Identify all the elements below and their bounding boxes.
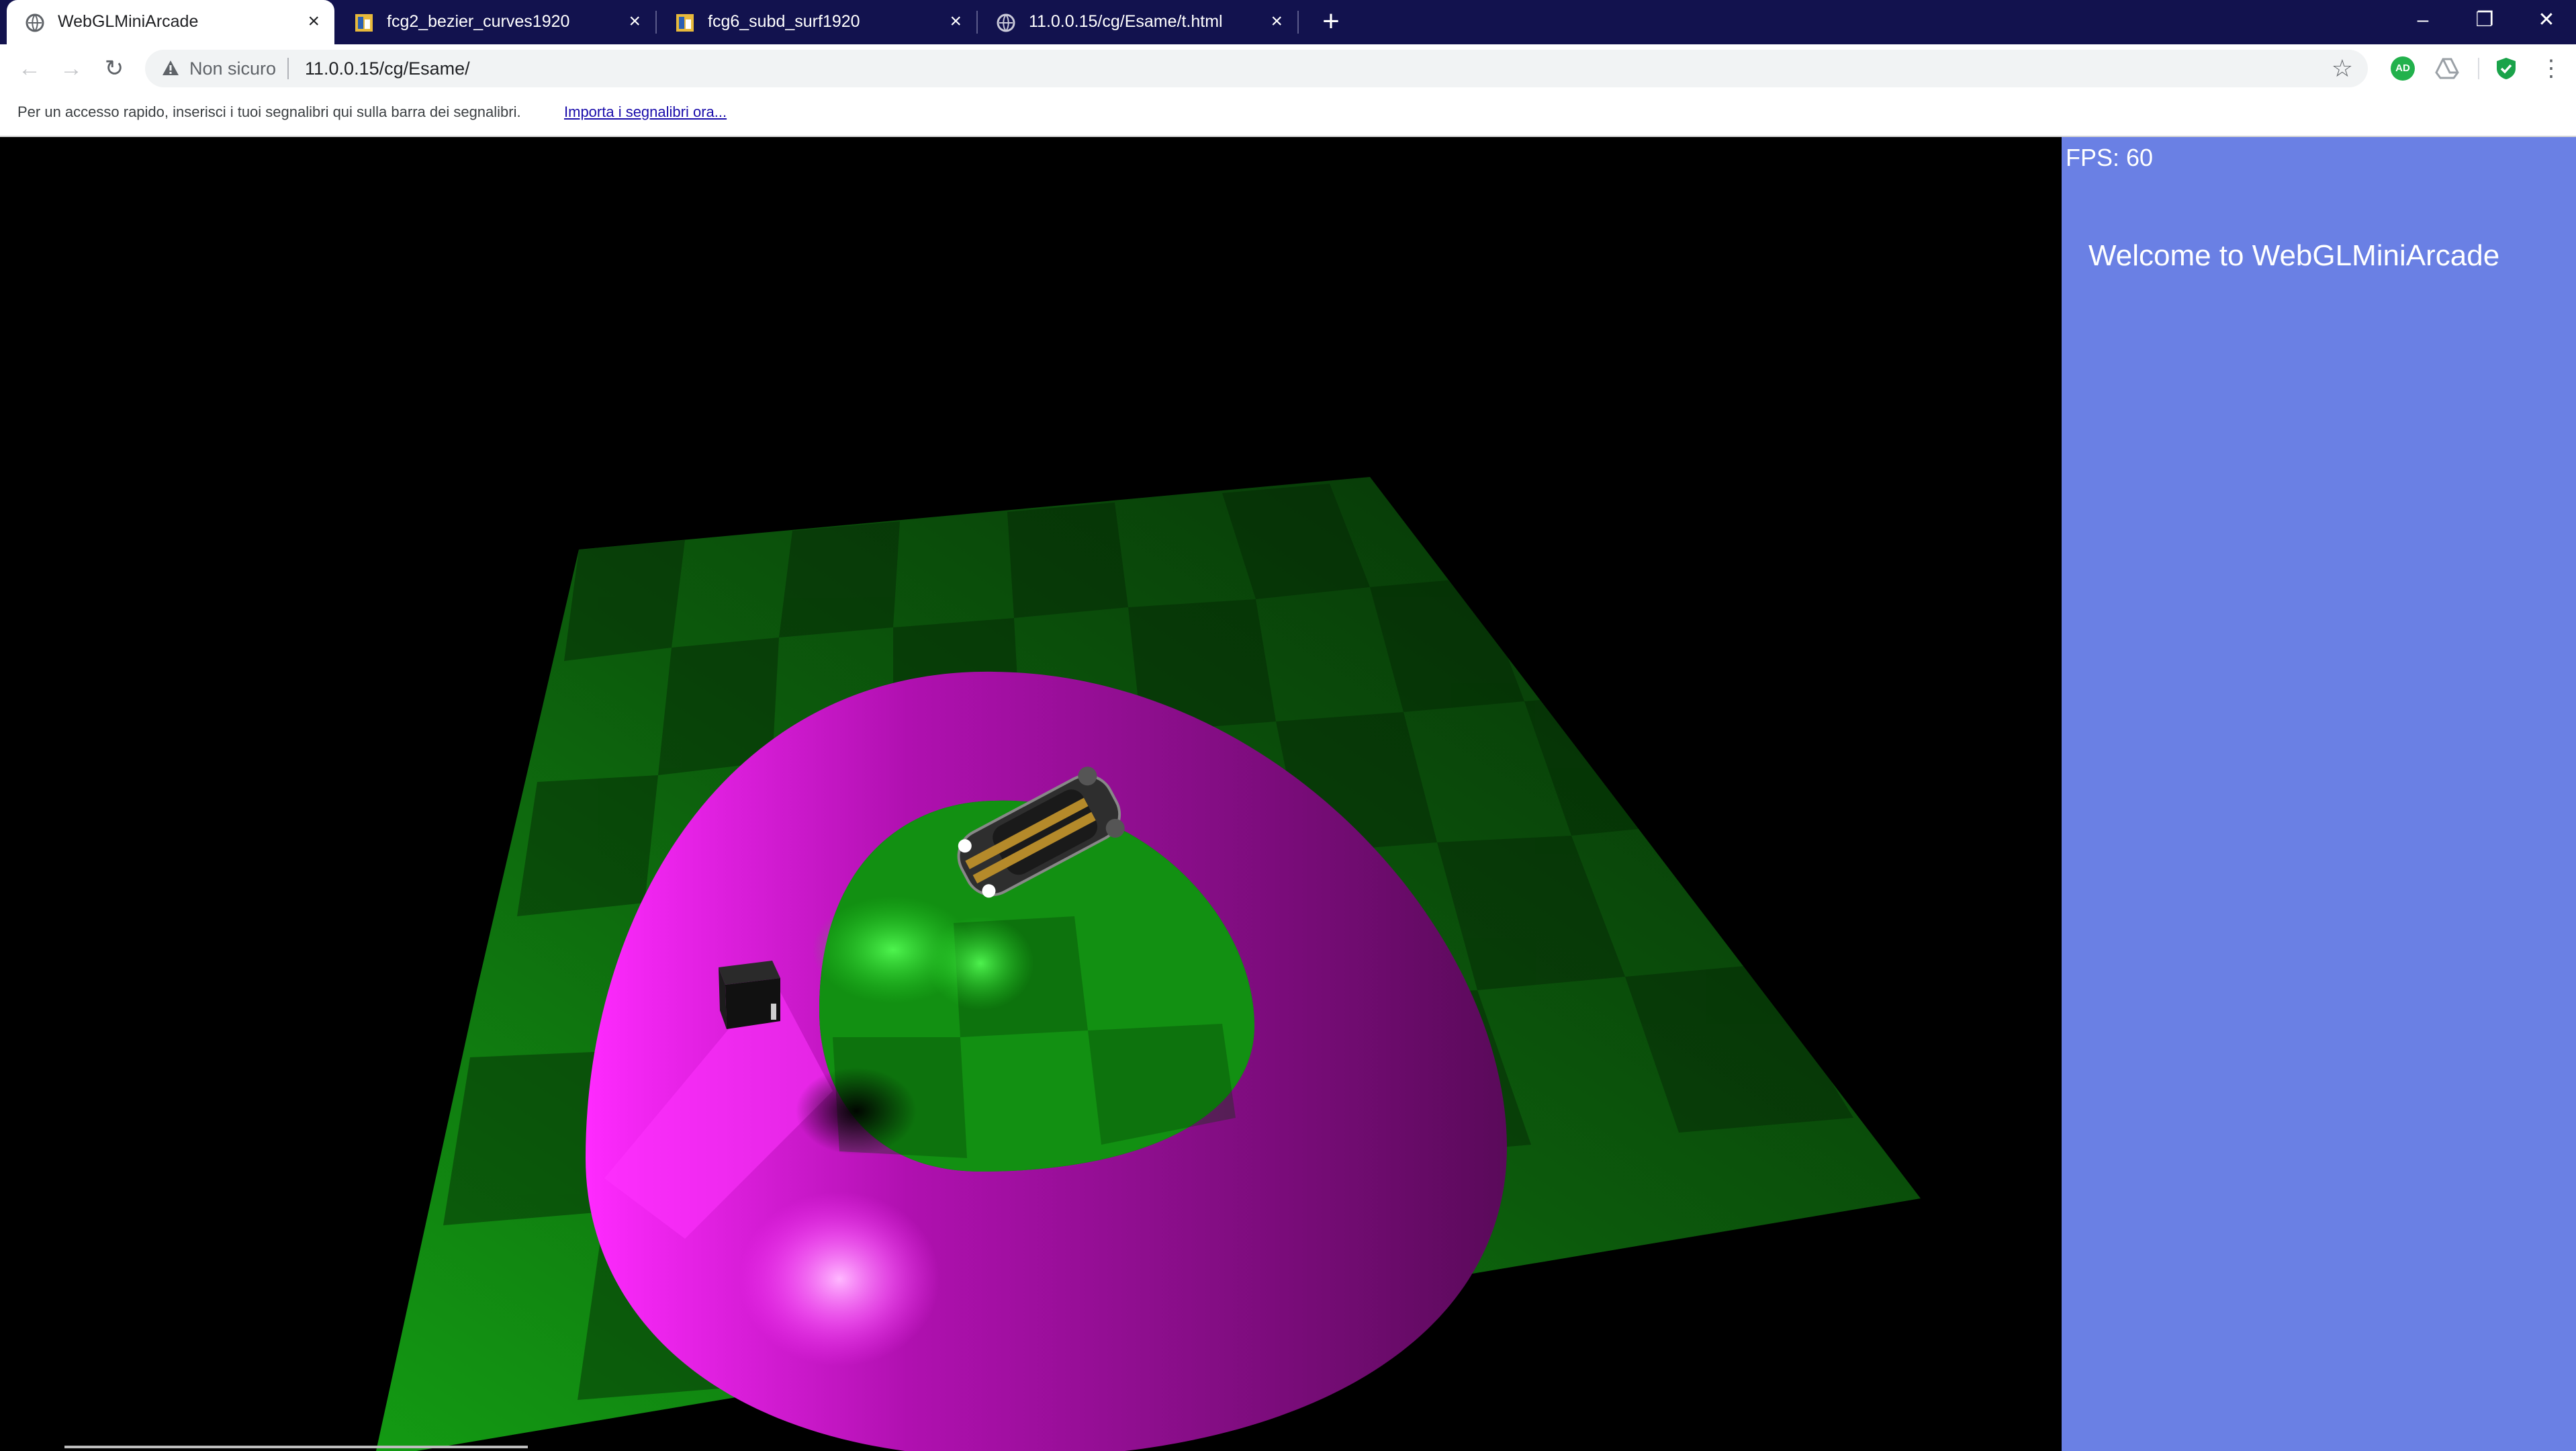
adguard-icon[interactable]: AD: [2391, 56, 2415, 81]
file-image-icon: [355, 14, 373, 32]
kebab-menu-icon[interactable]: ⋮: [2540, 54, 2563, 83]
minimize-button[interactable]: –: [2396, 0, 2450, 40]
browser-toolbar: ← → ↻ Non sicuro 11.0.0.15/cg/Esame/ ☆ A…: [0, 44, 2576, 93]
warning-icon: [163, 60, 179, 75]
shadow-blob: [796, 1067, 917, 1155]
back-button[interactable]: ←: [15, 54, 44, 83]
tab-title: 11.0.0.15/cg/Esame/t.html: [1029, 12, 1223, 31]
close-window-button[interactable]: ✕: [2520, 0, 2573, 40]
omnibox-divider: [287, 58, 289, 79]
drive-icon[interactable]: [2435, 56, 2459, 81]
bookmarks-bar: Per un accesso rapido, inserisci i tuoi …: [0, 93, 2576, 137]
tab-t-html[interactable]: 11.0.0.15/cg/Esame/t.html ×: [978, 0, 1297, 44]
new-tab-button[interactable]: +: [1315, 5, 1347, 38]
tab-webglminiarcade[interactable]: WebGLMiniArcade ×: [7, 0, 334, 44]
address-bar[interactable]: Non sicuro 11.0.0.15/cg/Esame/ ☆: [145, 50, 2368, 87]
fps-counter: FPS: 60: [2066, 144, 2154, 171]
import-bookmarks-link[interactable]: Importa i segnalibri ora...: [564, 103, 727, 121]
headlight-glow-right: [927, 916, 1034, 1010]
tab-title: WebGLMiniArcade: [58, 12, 199, 31]
welcome-title: Welcome to WebGLMiniArcade: [2088, 239, 2500, 272]
tab-title: fcg2_bezier_curves1920: [387, 12, 570, 31]
bookmarks-message: Per un accesso rapido, inserisci i tuoi …: [17, 103, 521, 120]
shield-check-icon[interactable]: [2494, 56, 2518, 81]
reload-button[interactable]: ↻: [99, 54, 129, 83]
adguard-icon-label: AD: [2395, 62, 2410, 74]
close-tab-icon[interactable]: ×: [308, 9, 320, 34]
spotlight-glow: [739, 1192, 940, 1366]
horizontal-scrollbar[interactable]: [64, 1446, 528, 1448]
forward-button[interactable]: →: [56, 54, 86, 83]
tab-bezier[interactable]: fcg2_bezier_curves1920 ×: [336, 0, 655, 44]
bookmark-star-icon[interactable]: ☆: [2332, 55, 2353, 82]
info-panel: FPS: 60 Welcome to WebGLMiniArcade: [2062, 137, 2576, 1451]
webgl-canvas[interactable]: [0, 137, 2062, 1451]
close-tab-icon[interactable]: ×: [629, 9, 641, 34]
file-image-icon: [676, 14, 694, 32]
tab-strip: WebGLMiniArcade × fcg2_bezier_curves1920…: [0, 0, 2576, 44]
url-text[interactable]: 11.0.0.15/cg/Esame/: [305, 58, 470, 79]
close-tab-icon[interactable]: ×: [1271, 9, 1283, 34]
globe-icon: [26, 13, 44, 32]
scene-render: [376, 477, 1921, 1451]
tab-separator: [1297, 11, 1299, 34]
tab-title: fcg6_subd_surf1920: [708, 12, 860, 31]
restore-button[interactable]: ❐: [2458, 0, 2512, 40]
globe-icon: [997, 13, 1015, 32]
close-tab-icon[interactable]: ×: [950, 9, 962, 34]
toolbar-divider: [2478, 58, 2479, 79]
tab-subd-surf[interactable]: fcg6_subd_surf1920 ×: [657, 0, 976, 44]
box-obstacle: [719, 961, 780, 1029]
security-label[interactable]: Non sicuro: [189, 58, 276, 79]
